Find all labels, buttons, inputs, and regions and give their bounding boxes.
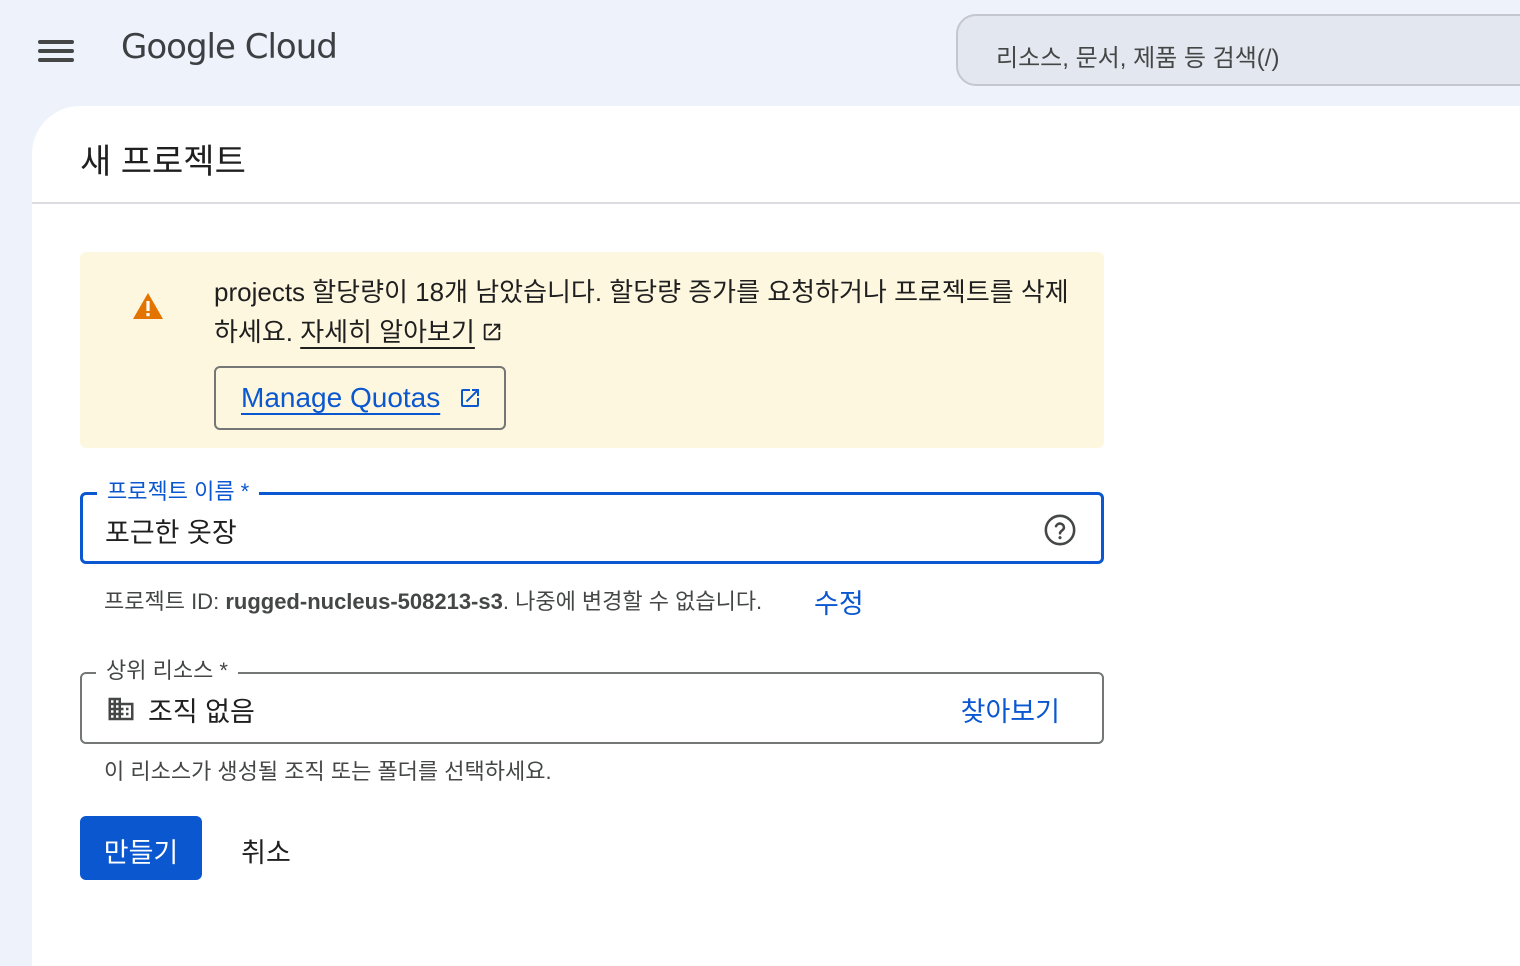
create-button-label: 만들기 — [103, 838, 179, 868]
project-name-field[interactable]: 프로젝트 이름 * 포근한 옷장 — [80, 478, 1104, 564]
cancel-button[interactable]: 취소 — [220, 816, 312, 880]
browse-button[interactable]: 찾아보기 — [961, 690, 1060, 729]
edit-project-id-link[interactable]: 수정 — [814, 582, 864, 621]
project-id-text: 프로젝트 ID: rugged-nucleus-508213-s3. 나중에 변… — [104, 584, 762, 616]
project-name-label: 프로젝트 이름 * — [97, 478, 260, 506]
cancel-button-label: 취소 — [241, 838, 291, 868]
open-in-new-icon — [461, 389, 479, 407]
top-bar: Google Cloud 리소스, 문서, 제품 등 검색(/) — [0, 0, 1520, 104]
manage-quotas-label: Manage Quotas — [241, 382, 441, 413]
quota-warning-banner: projects 할당량이 18개 남았습니다. 할당량 증가를 요청하거나 프… — [80, 252, 1104, 448]
alert-text: projects 할당량이 18개 남았습니다. 할당량 증가를 요청하거나 프… — [214, 272, 1084, 352]
help-icon[interactable] — [1043, 513, 1077, 547]
warning-icon — [133, 293, 163, 319]
google-cloud-logo[interactable]: Google Cloud — [121, 27, 338, 67]
manage-quotas-button[interactable]: Manage Quotas — [214, 366, 506, 430]
main-panel: 새 프로젝트 projects 할당량이 18개 남았습니다. 할당량 증가를 … — [32, 106, 1520, 966]
project-id-suffix: . 나중에 변경할 수 없습니다. — [502, 589, 763, 614]
parent-resource-helper: 이 리소스가 생성될 조직 또는 폴더를 선택하세요. — [104, 759, 552, 784]
parent-resource-field[interactable]: 상위 리소스 * 조직 없음 찾아보기 — [80, 657, 1104, 744]
learn-more-link[interactable]: 자세히 알아보기 — [300, 317, 475, 347]
project-id-prefix: 프로젝트 ID: — [104, 589, 220, 614]
menu-icon[interactable] — [36, 36, 76, 66]
create-button[interactable]: 만들기 — [80, 816, 202, 880]
header-divider — [32, 202, 1520, 204]
parent-resource-label: 상위 리소스 * — [96, 657, 238, 685]
project-id-value: rugged-nucleus-508213-s3 — [225, 589, 503, 614]
page-title: 새 프로젝트 — [80, 143, 246, 181]
open-in-new-icon — [483, 323, 501, 341]
parent-resource-value: 조직 없음 — [148, 697, 255, 727]
project-name-input[interactable]: 포근한 옷장 — [105, 511, 237, 550]
organization-icon — [108, 697, 134, 721]
search-bar[interactable]: 리소스, 문서, 제품 등 검색(/) — [956, 14, 1520, 86]
search-placeholder: 리소스, 문서, 제품 등 검색(/) — [996, 45, 1280, 72]
